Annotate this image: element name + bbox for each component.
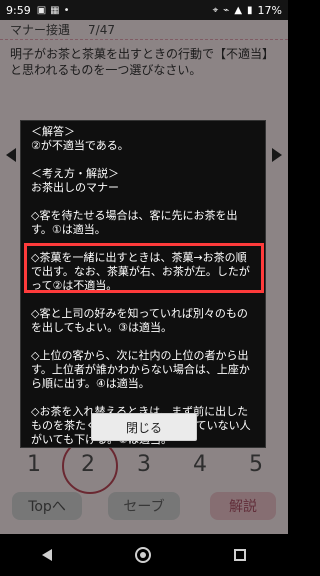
explanation-dialog: ＜解答＞ ②が不適当である。 ＜考え方・解説＞ お茶出しのマナー ◇客を待たせる…: [20, 120, 266, 448]
system-nav-bar: [0, 534, 288, 576]
dialog-line: ◇客と上司の好みを知っていれば別々のものを出してもよい。③は適当。: [31, 307, 248, 334]
dialog-line: お茶出しのマナー: [31, 181, 119, 194]
back-icon[interactable]: [41, 549, 52, 561]
signal-icon: ⌁: [223, 4, 230, 16]
dialog-line: ＜考え方・解説＞: [31, 167, 119, 180]
location-icon: ⌖: [212, 4, 219, 16]
recents-icon[interactable]: [234, 549, 247, 561]
battery-icon: ▮: [247, 4, 253, 16]
close-button[interactable]: 閉じる: [91, 413, 197, 441]
home-icon[interactable]: [134, 547, 151, 563]
status-time: 9:59: [6, 3, 31, 17]
dialog-line: ＜解答＞: [31, 125, 75, 138]
notification-icon: ▣: [36, 4, 47, 16]
highlight-box: [24, 243, 264, 293]
dialog-overlay: ＜解答＞ ②が不適当である。 ＜考え方・解説＞ お茶出しのマナー ◇客を待たせる…: [0, 20, 288, 534]
dialog-line: ◇上位の客から、次に社内の上位の者から出す。上位者が誰かわからない場合は、上座か…: [31, 349, 250, 390]
status-bar: 9:59 ▣ ▦ • ⌖ ⌁ ▲ ▮ 17%: [0, 0, 288, 20]
photo-icon: ▦: [50, 4, 60, 16]
dialog-line: ②が不適当である。: [31, 139, 129, 152]
wifi-icon: ▲: [234, 4, 243, 16]
battery-percent: 17%: [257, 3, 282, 17]
dot-icon: •: [63, 4, 70, 16]
dialog-line: ◇客を待たせる場合は、客に先にお茶を出す。①は適当。: [31, 209, 238, 236]
